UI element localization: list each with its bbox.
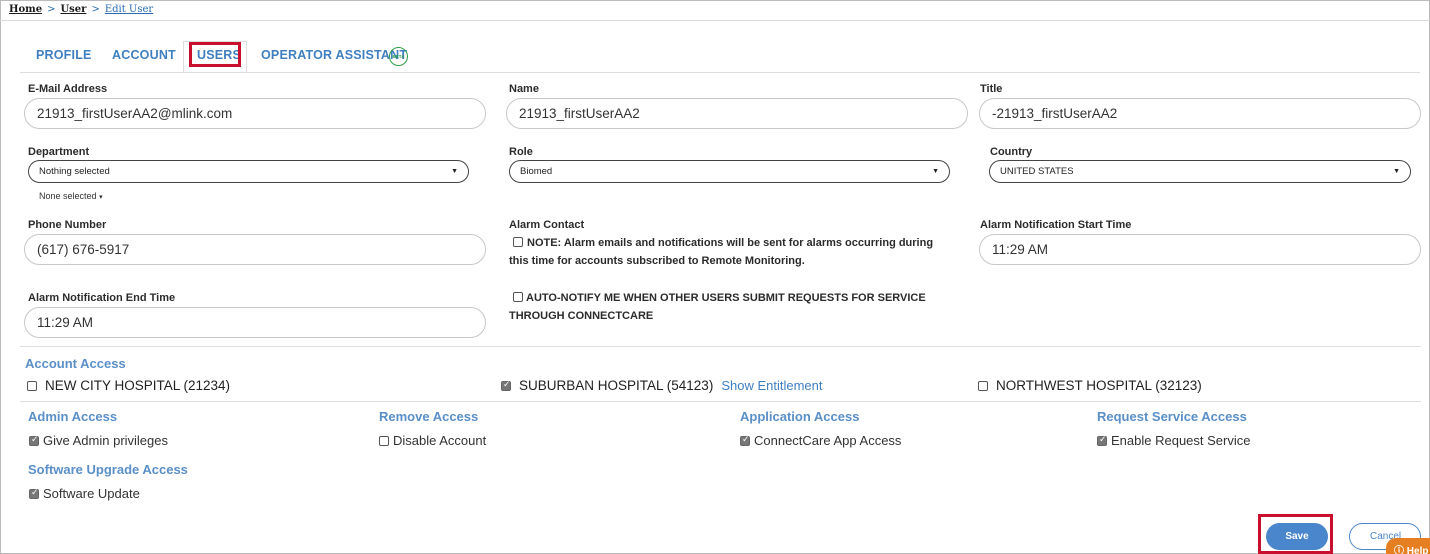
application-access-title: Application Access (740, 409, 860, 424)
application-option-label: ConnectCare App Access (754, 433, 902, 448)
chevron-down-icon: ▾ (99, 194, 103, 201)
country-value: UNITED STATES (1000, 166, 1074, 177)
breadcrumb: Home > User > Edit User (9, 4, 153, 15)
country-select[interactable]: UNITED STATES ▼ (989, 160, 1411, 183)
breadcrumb-current[interactable]: Edit User (105, 4, 153, 15)
alarm-contact-note: NOTE: Alarm emails and notifications wil… (509, 234, 949, 270)
auto-notify-checkbox[interactable] (513, 292, 523, 302)
show-entitlement-link[interactable]: Show Entitlement (721, 378, 822, 393)
title-label: Title (980, 83, 1003, 95)
save-button-highlight (1258, 514, 1333, 554)
title-field[interactable]: -21913_firstUserAA2 (979, 98, 1421, 129)
alarm-start-label: Alarm Notification Start Time (980, 219, 1132, 231)
email-label: E-Mail Address (28, 83, 108, 95)
alarm-end-label: Alarm Notification End Time (28, 292, 176, 304)
hospital-option: NEW CITY HOSPITAL (21234) (27, 378, 230, 393)
email-field[interactable]: 21913_firstUserAA2@mlink.com (24, 98, 486, 129)
hospital-name: NEW CITY HOSPITAL (21234) (45, 378, 231, 393)
role-label: Role (509, 146, 533, 158)
divider (20, 346, 1421, 347)
alarm-start-field[interactable]: 11:29 AM (979, 234, 1421, 265)
auto-notify-option: AUTO-NOTIFY ME WHEN OTHER USERS SUBMIT R… (509, 289, 949, 325)
breadcrumb-separator: > (47, 4, 56, 15)
chevron-down-icon: ▼ (451, 168, 458, 175)
software-update-checkbox[interactable] (29, 487, 39, 499)
tabs-divider (20, 72, 1420, 73)
beta-badge-icon: BETA (389, 47, 408, 66)
tab-account[interactable]: ACCOUNT (112, 48, 176, 62)
alarm-end-field[interactable]: 11:29 AM (24, 307, 486, 338)
alarm-contact-note-line2: this time for accounts subscribed to Rem… (509, 255, 805, 267)
tab-profile[interactable]: PROFILE (36, 48, 92, 62)
hospital-option: NORTHWEST HOSPITAL (32123) (978, 378, 1202, 393)
admin-option-label: Give Admin privileges (43, 433, 168, 448)
request-service-option: Enable Request Service (1097, 433, 1250, 448)
breadcrumb-user[interactable]: User (60, 4, 86, 15)
chevron-down-icon: ▼ (932, 168, 939, 175)
department-select[interactable]: Nothing selected ▼ (28, 160, 469, 183)
software-option: Software Update (29, 486, 140, 501)
department-subselect[interactable]: None selected ▾ (39, 191, 103, 201)
software-upgrade-title: Software Upgrade Access (28, 462, 188, 477)
phone-field[interactable]: (617) 676-5917 (24, 234, 486, 265)
role-select[interactable]: Biomed ▼ (509, 160, 950, 183)
admin-option: Give Admin privileges (29, 433, 168, 448)
software-option-label: Software Update (43, 486, 140, 501)
request-service-checkbox[interactable] (1097, 434, 1107, 446)
divider (20, 401, 1421, 402)
hospital-checkbox[interactable] (978, 380, 988, 391)
breadcrumb-home[interactable]: Home (9, 4, 42, 15)
department-value: Nothing selected (39, 166, 110, 177)
name-label: Name (509, 83, 539, 95)
request-service-option-label: Enable Request Service (1111, 433, 1251, 448)
chevron-down-icon: ▼ (1393, 168, 1400, 175)
auto-notify-line1: AUTO-NOTIFY ME WHEN OTHER USERS SUBMIT R… (526, 292, 926, 304)
alarm-contact-checkbox[interactable] (513, 237, 523, 247)
users-tab-highlight (189, 42, 241, 67)
remove-option-label: Disable Account (393, 433, 487, 448)
department-label: Department (28, 146, 90, 158)
admin-checkbox[interactable] (29, 434, 39, 446)
request-service-title: Request Service Access (1097, 409, 1247, 424)
help-label: Help (1406, 546, 1429, 554)
hospital-name: SUBURBAN HOSPITAL (54123) (519, 378, 714, 393)
phone-label: Phone Number (28, 219, 107, 231)
remove-access-title: Remove Access (379, 409, 479, 424)
help-button[interactable]: ⓘ Help (1386, 538, 1430, 554)
country-label: Country (990, 146, 1033, 158)
disable-account-checkbox[interactable] (379, 435, 389, 446)
breadcrumb-separator: > (91, 4, 100, 15)
hospital-checkbox[interactable] (27, 380, 37, 391)
name-field[interactable]: 21913_firstUserAA2 (506, 98, 968, 129)
divider (0, 20, 1430, 21)
alarm-contact-label: Alarm Contact (509, 219, 585, 231)
role-value: Biomed (520, 166, 553, 177)
alarm-contact-note-line1: NOTE: Alarm emails and notifications wil… (527, 237, 934, 249)
department-sub-value: None selected (39, 191, 97, 201)
help-icon: ⓘ (1394, 546, 1404, 554)
page-frame (0, 0, 1430, 554)
remove-option: Disable Account (379, 433, 486, 448)
hospital-name: NORTHWEST HOSPITAL (32123) (996, 378, 1202, 393)
application-option: ConnectCare App Access (740, 433, 901, 448)
auto-notify-line2: THROUGH CONNECTCARE (509, 310, 654, 322)
hospital-checkbox[interactable] (501, 379, 511, 391)
account-access-title: Account Access (25, 356, 126, 371)
admin-access-title: Admin Access (28, 409, 118, 424)
hospital-option: SUBURBAN HOSPITAL (54123) Show Entitleme… (501, 378, 823, 393)
tab-operator-assistant[interactable]: OPERATOR ASSISTANT (261, 48, 407, 62)
connectcare-checkbox[interactable] (740, 434, 750, 446)
